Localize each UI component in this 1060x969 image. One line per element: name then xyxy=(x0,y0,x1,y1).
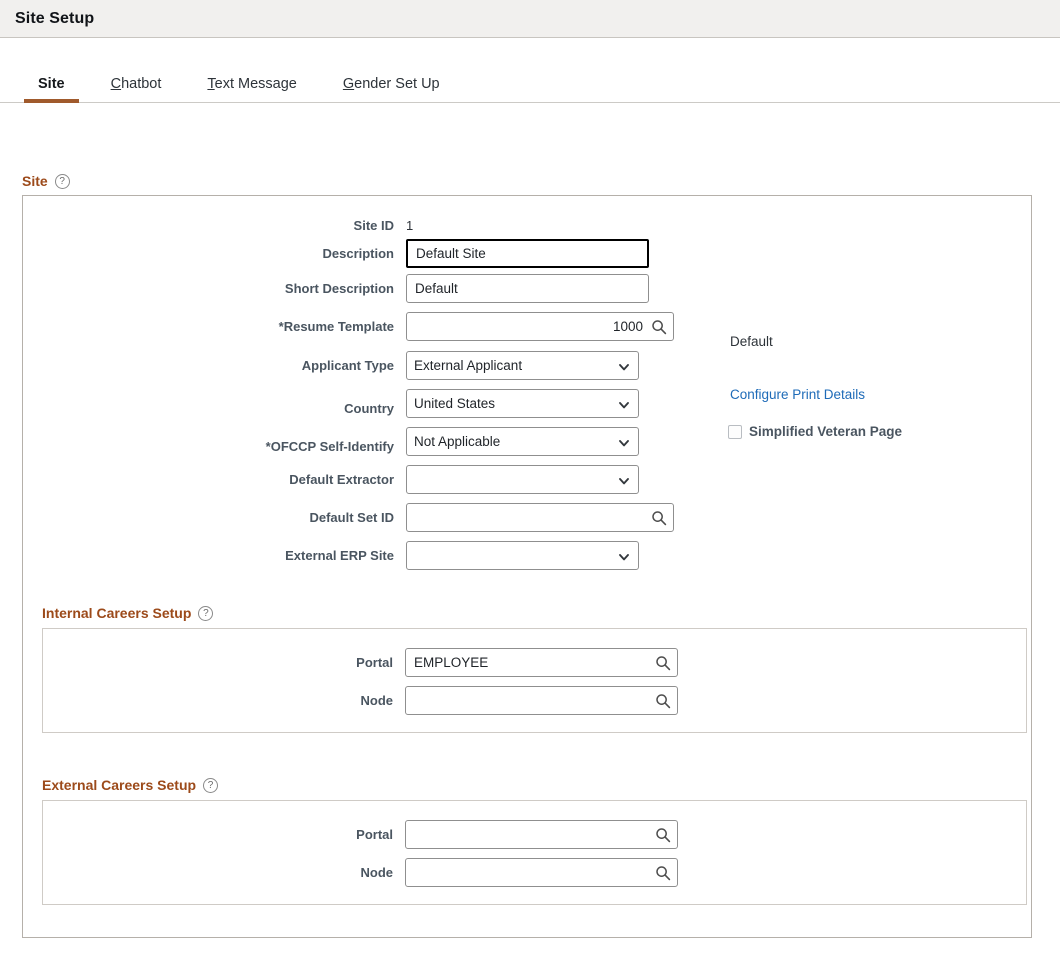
tab-text-message[interactable]: Text Message xyxy=(193,75,310,103)
internal-node-label: Node xyxy=(360,693,394,708)
tab-gender-set-up-label: ender Set Up xyxy=(354,75,440,92)
tab-site[interactable]: Site xyxy=(24,75,79,103)
external-careers-title: External Careers Setup xyxy=(42,777,197,793)
tab-text-message-label: ext Message xyxy=(214,75,297,92)
country-label: Country xyxy=(344,401,394,416)
external-node-lookup-wrap xyxy=(405,858,678,887)
search-icon[interactable] xyxy=(654,654,672,672)
external-careers-heading: External Careers Setup ? xyxy=(42,777,1027,793)
field-row-internal-node: Node xyxy=(43,686,1026,715)
ofccp-self-identify-select-wrap: Not Applicable xyxy=(406,427,639,456)
field-row-description: Description xyxy=(23,239,1031,268)
internal-careers-section: Internal Careers Setup ? Portal Node xyxy=(42,605,1027,733)
search-icon[interactable] xyxy=(650,318,668,336)
simplified-veteran-page-label[interactable]: Simplified Veteran Page xyxy=(749,424,902,439)
search-icon[interactable] xyxy=(654,826,672,844)
default-extractor-label: Default Extractor xyxy=(289,472,394,487)
internal-portal-input[interactable] xyxy=(405,648,678,677)
default-set-id-label: Default Set ID xyxy=(309,510,394,525)
field-row-short-description: Short Description xyxy=(23,274,1031,303)
default-set-id-lookup-wrap xyxy=(406,503,674,532)
external-erp-site-label: External ERP Site xyxy=(285,548,394,563)
applicant-type-select[interactable]: External Applicant xyxy=(406,351,639,380)
external-erp-site-select-wrap xyxy=(406,541,639,570)
simplified-veteran-page-row: Simplified Veteran Page xyxy=(728,424,902,439)
ofccp-self-identify-select[interactable]: Not Applicable xyxy=(406,427,639,456)
search-icon[interactable] xyxy=(654,864,672,882)
configure-print-details-link[interactable]: Configure Print Details xyxy=(730,387,865,402)
tab-bar: Site Chatbot Text Message Gender Set Up xyxy=(0,38,1060,103)
external-portal-input[interactable] xyxy=(405,820,678,849)
internal-node-input[interactable] xyxy=(405,686,678,715)
ofccp-self-identify-label: *OFCCP Self-Identify xyxy=(265,439,394,454)
external-erp-site-select[interactable] xyxy=(406,541,639,570)
short-description-label: Short Description xyxy=(284,281,394,296)
site-section-title: Site xyxy=(22,173,48,189)
internal-careers-heading: Internal Careers Setup ? xyxy=(42,605,1027,621)
field-row-default-extractor: Default Extractor xyxy=(23,465,1031,494)
help-icon[interactable]: ? xyxy=(203,777,219,793)
tab-chatbot[interactable]: Chatbot xyxy=(97,75,176,103)
country-select[interactable]: United States xyxy=(406,389,639,418)
site-form: Site ID 1 Description Short Description … xyxy=(23,196,1031,570)
site-id-value: 1 xyxy=(406,218,414,233)
tab-text-message-accel: T xyxy=(207,75,215,92)
page-header: Site Setup xyxy=(0,0,1060,38)
help-icon[interactable]: ? xyxy=(198,605,214,621)
resume-template-input[interactable] xyxy=(406,312,674,341)
external-portal-lookup-wrap xyxy=(405,820,678,849)
site-panel: Site ID 1 Description Short Description … xyxy=(22,195,1032,938)
field-row-default-set-id: Default Set ID xyxy=(23,503,1031,532)
default-extractor-select[interactable] xyxy=(406,465,639,494)
external-node-input[interactable] xyxy=(405,858,678,887)
internal-careers-title: Internal Careers Setup xyxy=(42,605,192,621)
applicant-type-label: Applicant Type xyxy=(301,358,394,373)
tab-chatbot-accel: C xyxy=(110,75,122,92)
field-row-external-portal: Portal xyxy=(43,820,1026,849)
applicant-type-select-wrap: External Applicant xyxy=(406,351,639,380)
external-careers-section: External Careers Setup ? Portal Node xyxy=(42,777,1027,905)
search-icon[interactable] xyxy=(650,509,668,527)
resume-template-default-text: Default xyxy=(730,334,773,349)
internal-portal-lookup-wrap xyxy=(405,648,678,677)
resume-template-label: *Resume Template xyxy=(278,319,394,334)
field-row-external-node: Node xyxy=(43,858,1026,887)
country-select-wrap: United States xyxy=(406,389,639,418)
tab-gender-set-up-accel: G xyxy=(342,75,355,92)
search-icon[interactable] xyxy=(654,692,672,710)
tab-gender-set-up[interactable]: Gender Set Up xyxy=(329,75,454,103)
tab-chatbot-label: hatbot xyxy=(121,75,162,92)
page-title: Site Setup xyxy=(15,9,95,27)
description-input[interactable] xyxy=(406,239,649,268)
internal-node-lookup-wrap xyxy=(405,686,678,715)
internal-careers-panel: Portal Node xyxy=(42,628,1027,733)
external-careers-panel: Portal Node xyxy=(42,800,1027,905)
default-set-id-input[interactable] xyxy=(406,503,674,532)
short-description-input[interactable] xyxy=(406,274,649,303)
external-portal-label: Portal xyxy=(356,827,393,842)
field-row-site-id: Site ID 1 xyxy=(23,217,1031,235)
field-row-external-erp-site: External ERP Site xyxy=(23,541,1031,570)
default-extractor-select-wrap xyxy=(406,465,639,494)
field-row-internal-portal: Portal xyxy=(43,648,1026,677)
site-section-heading: Site ? xyxy=(22,173,70,189)
field-row-country: Country United States xyxy=(23,389,1031,418)
site-id-label: Site ID xyxy=(353,218,394,233)
help-icon[interactable]: ? xyxy=(54,173,70,189)
simplified-veteran-page-checkbox[interactable] xyxy=(728,424,742,439)
resume-template-lookup-wrap xyxy=(406,312,674,341)
external-node-label: Node xyxy=(360,865,394,880)
tab-site-label: Site xyxy=(38,75,65,92)
field-row-applicant-type: Applicant Type External Applicant xyxy=(23,351,1031,380)
field-row-resume-template: *Resume Template xyxy=(23,312,1031,341)
internal-portal-label: Portal xyxy=(356,655,393,670)
description-label: Description xyxy=(322,246,394,261)
